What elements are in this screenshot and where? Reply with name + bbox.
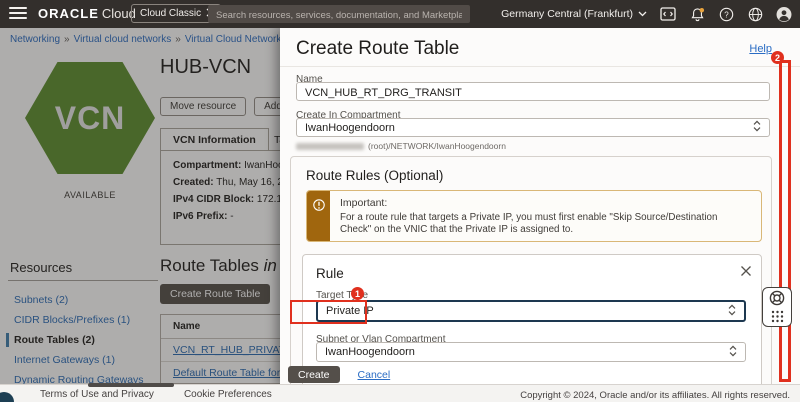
create-button[interactable]: Create: [288, 366, 340, 383]
select-chevrons-icon: [753, 120, 761, 135]
compartment-path: (root)/NETWORK/IwanHoogendoorn: [296, 141, 506, 151]
select-chevrons-icon: [728, 304, 736, 319]
target-type-value: Private IP: [326, 305, 374, 317]
cancel-button[interactable]: Cancel: [358, 369, 391, 381]
annotation-badge-1: 1: [351, 287, 364, 300]
target-type-select[interactable]: Private IP: [316, 300, 746, 322]
annotation-badge-2: 2: [771, 51, 784, 64]
compartment-select[interactable]: IwanHoogendoorn: [296, 118, 770, 137]
help-link[interactable]: Help: [749, 43, 772, 55]
svg-text:?: ?: [724, 10, 729, 19]
exclamation-icon: [312, 198, 325, 241]
warning-stripe: [307, 191, 330, 241]
cloud-shell-icon[interactable]: [660, 6, 676, 22]
cookie-preferences-link[interactable]: Cookie Preferences: [184, 389, 272, 400]
copyright-text: Copyright © 2024, Oracle and/or its affi…: [520, 390, 790, 401]
redacted-tenancy-name: [296, 142, 364, 150]
panel-footer-actions: Create Cancel: [288, 366, 390, 383]
important-warning-banner: Important: For a route rule that targets…: [306, 190, 762, 242]
screen: ORACLECloud Cloud Classic Germany Centra…: [0, 0, 800, 402]
hamburger-menu-icon[interactable]: [9, 7, 27, 20]
name-field-wrap: [296, 82, 770, 102]
warning-title: Important:: [340, 197, 388, 209]
brand-oracle: ORACLE: [38, 6, 99, 21]
horizontal-scrollbar[interactable]: [88, 383, 174, 387]
warning-body: For a route rule that targets a Private …: [340, 212, 718, 235]
search-input[interactable]: [208, 6, 470, 25]
select-chevrons-icon: [729, 345, 737, 360]
globe-icon[interactable]: [747, 6, 763, 22]
topbar-right-cluster: Germany Central (Frankfurt) ?: [501, 0, 792, 28]
floating-assist-widget: [762, 287, 792, 327]
terms-link[interactable]: Terms of Use and Privacy: [40, 389, 154, 400]
close-icon[interactable]: [740, 264, 754, 278]
region-label: Germany Central (Frankfurt): [501, 8, 633, 20]
chevron-down-icon: [638, 8, 647, 20]
region-selector[interactable]: Germany Central (Frankfurt): [501, 8, 647, 20]
help-icon[interactable]: ?: [718, 6, 734, 22]
route-rules-heading: Route Rules (Optional): [306, 168, 444, 183]
cloud-classic-label: Cloud Classic: [140, 8, 202, 19]
name-field[interactable]: [297, 84, 769, 102]
support-lifering-icon[interactable]: [769, 290, 785, 306]
oracle-cloud-logo[interactable]: ORACLE Cloud: [38, 6, 136, 21]
subnet-compartment-value: IwanHoogendoorn: [325, 346, 415, 358]
notifications-bell-icon[interactable]: [689, 6, 705, 22]
compartment-select-value: IwanHoogendoorn: [305, 121, 395, 134]
panel-title: Create Route Table: [296, 38, 460, 59]
global-search: [208, 5, 470, 25]
top-navigation-bar: ORACLECloud Cloud Classic Germany Centra…: [0, 0, 800, 28]
annotation-line-panel-right: [779, 60, 791, 382]
rule-card-title: Rule: [316, 266, 344, 281]
create-route-table-panel: Create Route Table Help Name Create In C…: [280, 28, 800, 385]
avatar[interactable]: [776, 6, 792, 22]
subnet-compartment-select[interactable]: IwanHoogendoorn: [316, 342, 746, 362]
annotation-box-target-type: [290, 300, 367, 324]
launcher-grid-icon[interactable]: [769, 309, 785, 325]
